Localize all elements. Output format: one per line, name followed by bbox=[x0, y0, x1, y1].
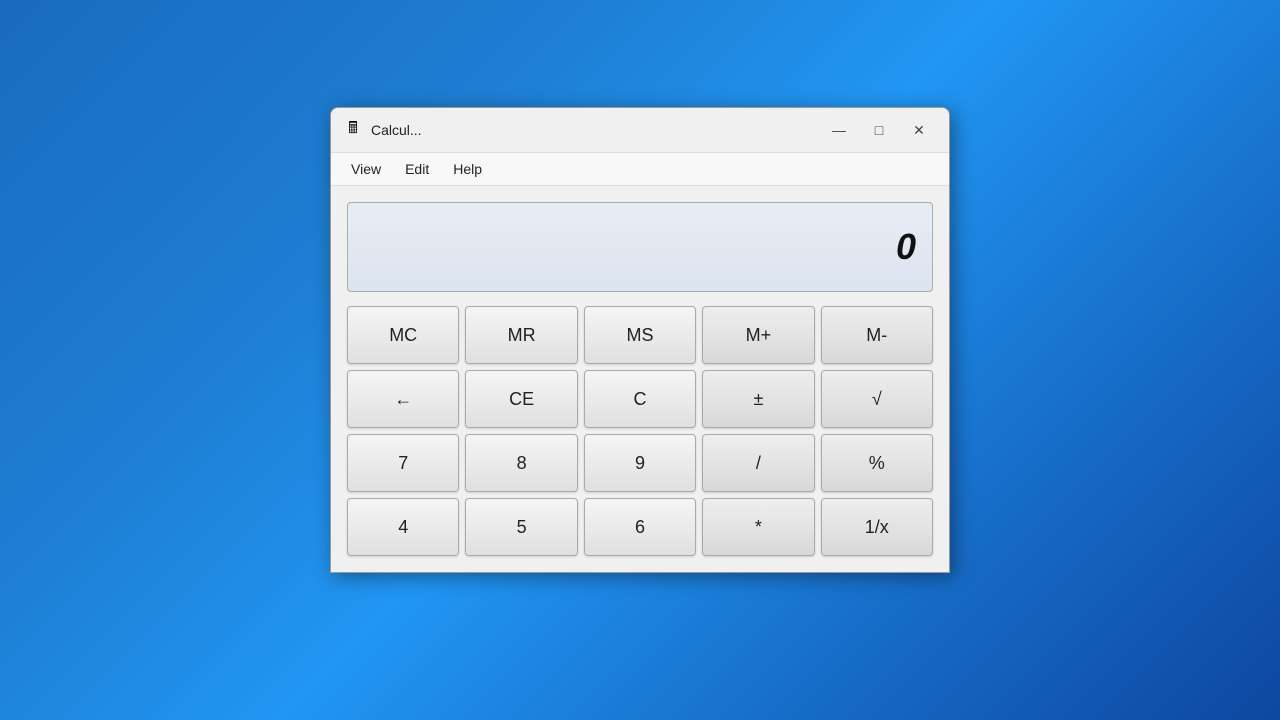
button-plusminus[interactable]: ± bbox=[702, 370, 814, 428]
button-mminus[interactable]: M- bbox=[821, 306, 933, 364]
button-divide[interactable]: / bbox=[702, 434, 814, 492]
button-sqrt[interactable]: √ bbox=[821, 370, 933, 428]
button-percent[interactable]: % bbox=[821, 434, 933, 492]
menu-bar: View Edit Help bbox=[331, 153, 949, 186]
button-5[interactable]: 5 bbox=[465, 498, 577, 556]
button-7[interactable]: 7 bbox=[347, 434, 459, 492]
button-mr[interactable]: MR bbox=[465, 306, 577, 364]
button-backspace[interactable]: ← bbox=[347, 370, 459, 428]
button-multiply[interactable]: * bbox=[702, 498, 814, 556]
calculator-display: 0 bbox=[347, 202, 933, 292]
button-c[interactable]: C bbox=[584, 370, 696, 428]
button-mc[interactable]: MC bbox=[347, 306, 459, 364]
button-4[interactable]: 4 bbox=[347, 498, 459, 556]
button-9[interactable]: 9 bbox=[584, 434, 696, 492]
display-value: 0 bbox=[896, 226, 916, 268]
button-grid: MC MR MS M+ M- ← CE C ± √ 7 8 9 / % 4 5 … bbox=[347, 306, 933, 556]
maximize-button[interactable]: □ bbox=[861, 116, 897, 144]
menu-view[interactable]: View bbox=[339, 157, 393, 181]
button-ce[interactable]: CE bbox=[465, 370, 577, 428]
title-bar: 🖩 Calcul... — □ ✕ bbox=[331, 108, 949, 153]
app-icon: 🖩 bbox=[343, 120, 363, 140]
menu-edit[interactable]: Edit bbox=[393, 157, 441, 181]
close-button[interactable]: ✕ bbox=[901, 116, 937, 144]
button-reciprocal[interactable]: 1/x bbox=[821, 498, 933, 556]
button-6[interactable]: 6 bbox=[584, 498, 696, 556]
calculator-window: 🖩 Calcul... — □ ✕ View Edit Help 0 MC MR… bbox=[330, 107, 950, 573]
calculator-body: 0 MC MR MS M+ M- ← CE C ± √ 7 8 9 / % 4 … bbox=[331, 186, 949, 572]
menu-help[interactable]: Help bbox=[441, 157, 494, 181]
minimize-button[interactable]: — bbox=[821, 116, 857, 144]
title-bar-buttons: — □ ✕ bbox=[821, 116, 937, 144]
button-mplus[interactable]: M+ bbox=[702, 306, 814, 364]
button-8[interactable]: 8 bbox=[465, 434, 577, 492]
button-ms[interactable]: MS bbox=[584, 306, 696, 364]
window-title: Calcul... bbox=[371, 122, 821, 138]
